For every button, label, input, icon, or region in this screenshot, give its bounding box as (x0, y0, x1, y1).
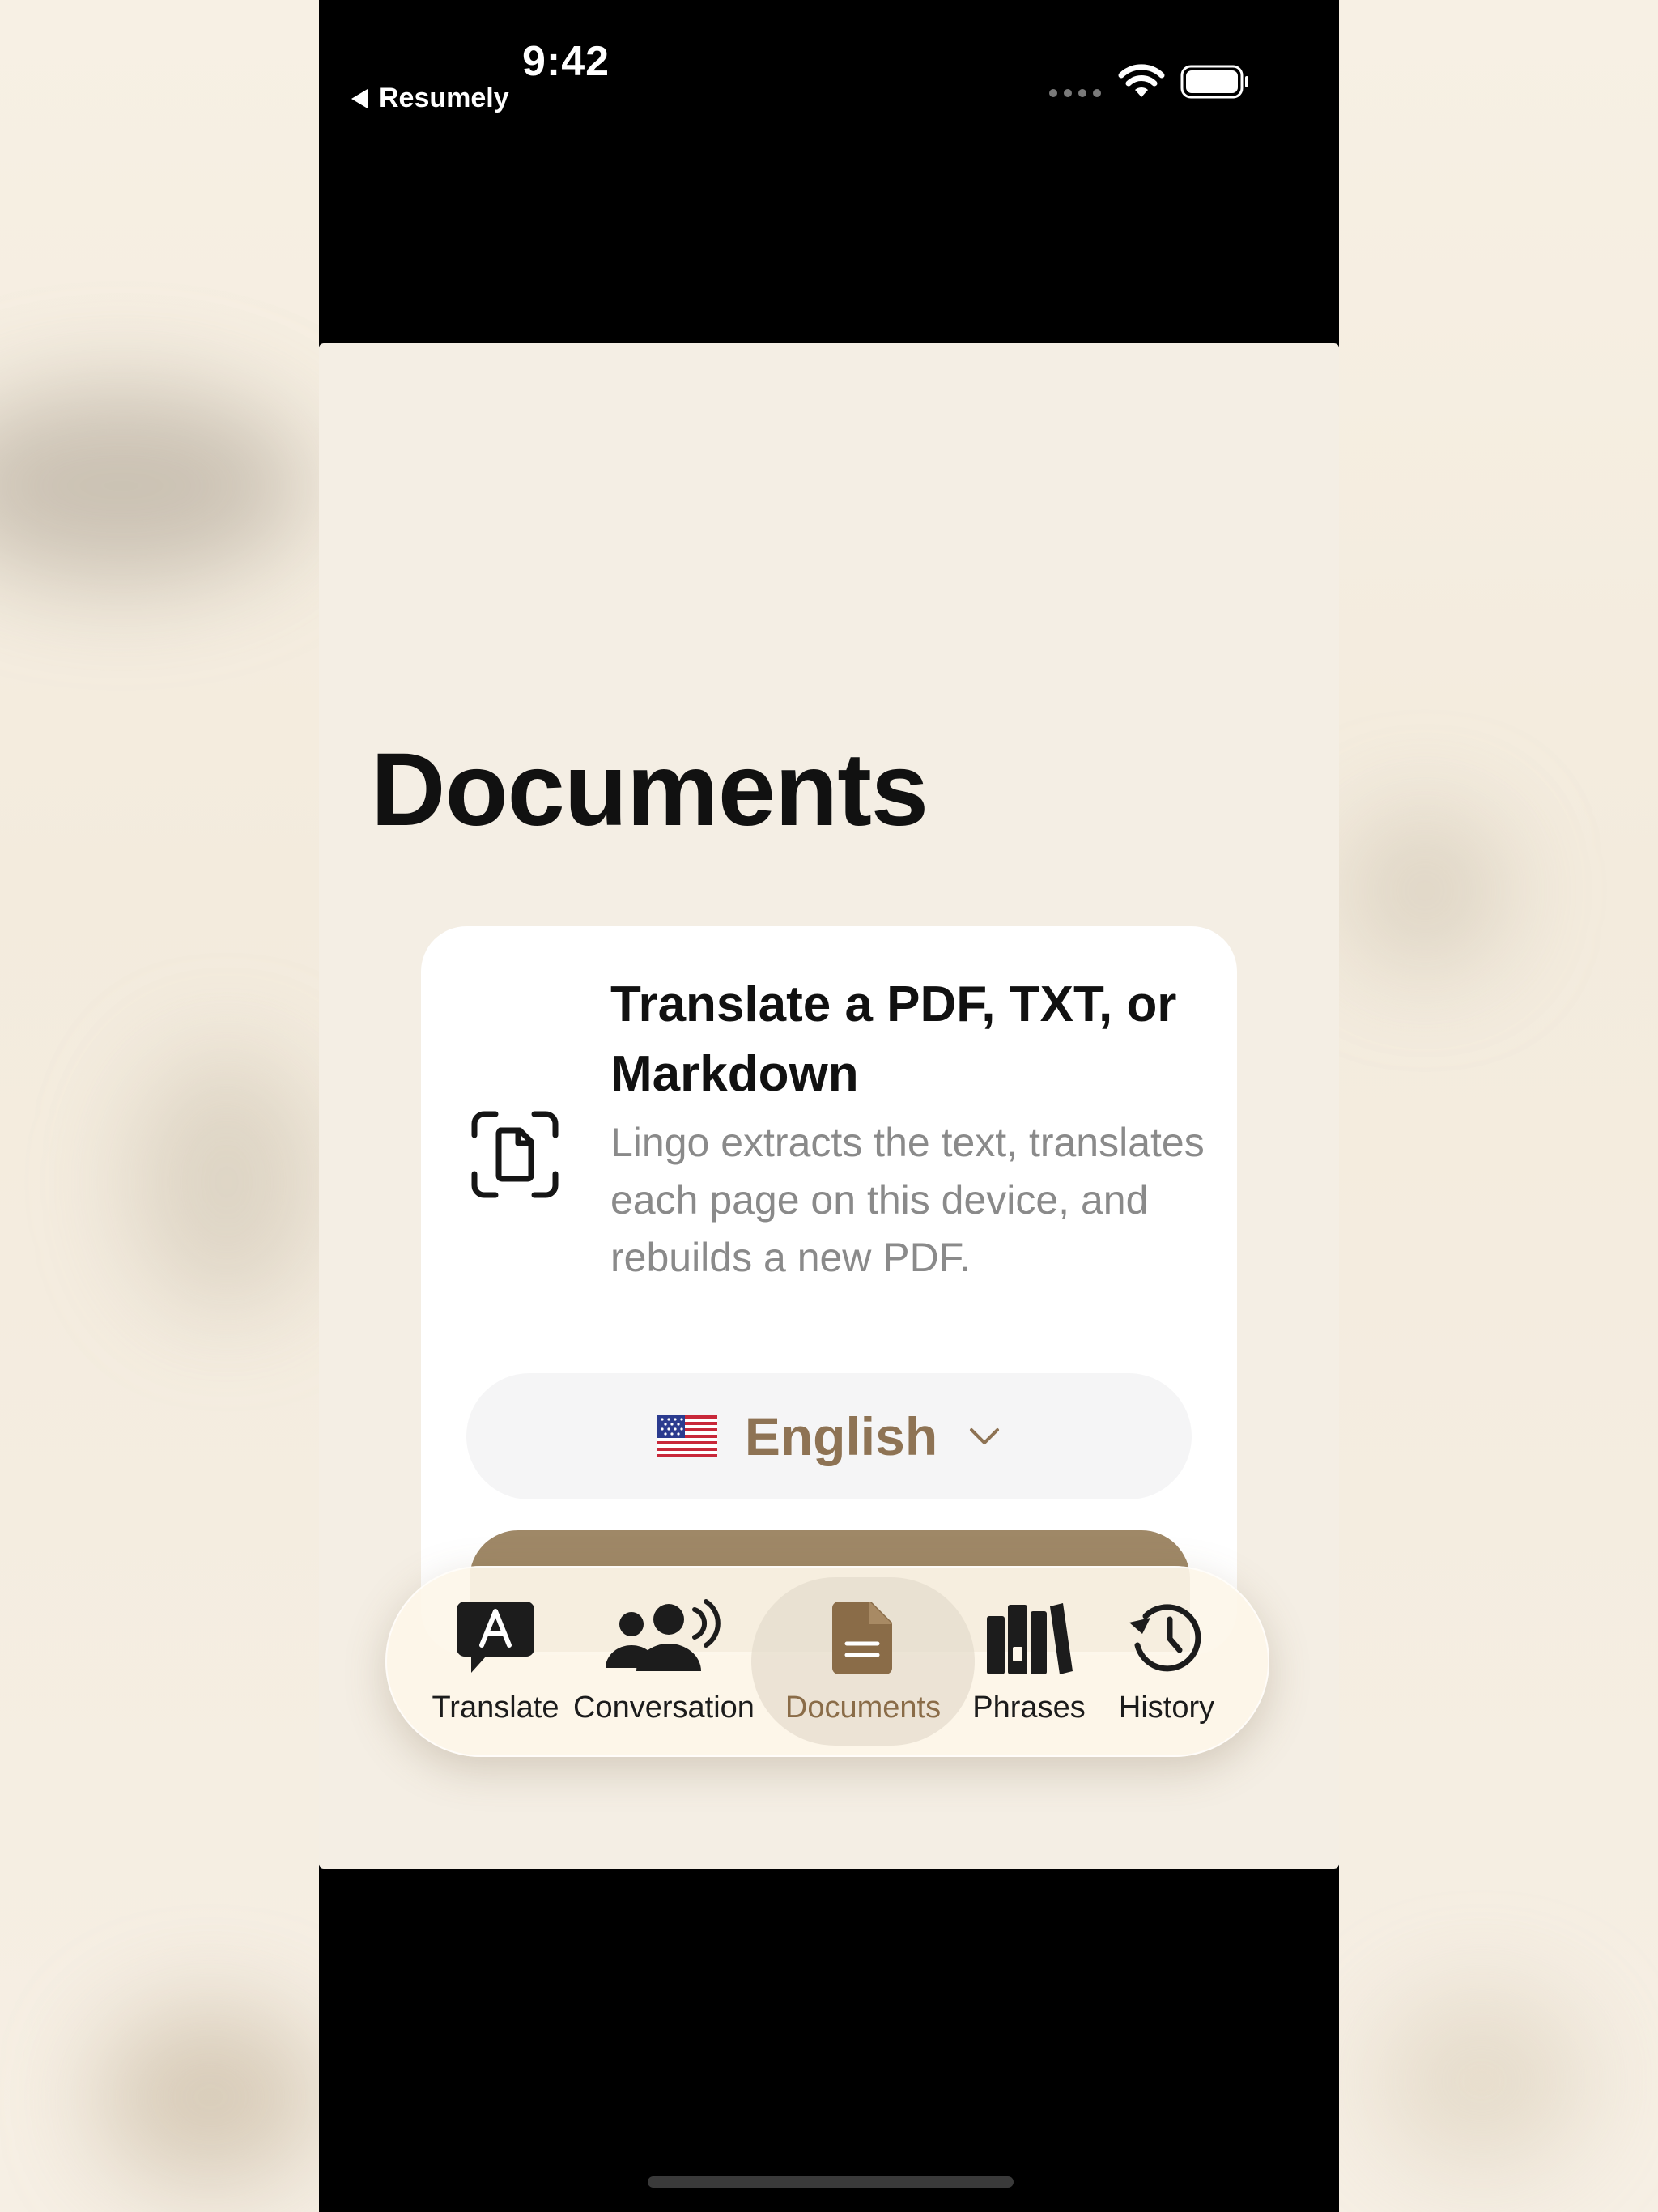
backdrop-blob (0, 389, 308, 583)
tab-label: Documents (784, 1691, 942, 1725)
tab-label: Conversation (573, 1691, 755, 1725)
document-translate-card: Translate a PDF, TXT, or Markdown Lingo … (421, 926, 1237, 1655)
back-to-app-link[interactable]: Resumely (351, 83, 509, 114)
backdrop-blob (1376, 1992, 1587, 2170)
backdrop-blob (1344, 810, 1506, 972)
wifi-icon (1118, 64, 1165, 97)
status-time: 9:42 (521, 38, 610, 85)
page-title: Documents (371, 732, 929, 848)
tab-translate[interactable]: Translate (426, 1566, 565, 1757)
tab-label: Phrases (972, 1691, 1086, 1725)
history-clock-icon (1129, 1604, 1201, 1672)
app-screen: Documents Translate a PDF, TXT, or Markd… (319, 343, 1339, 1869)
battery-icon (1180, 65, 1248, 99)
home-indicator[interactable] (648, 2176, 1014, 2188)
tab-conversation[interactable]: Conversation (573, 1566, 755, 1757)
backdrop-blob (97, 2008, 324, 2186)
conversation-people-icon (606, 1599, 721, 1671)
back-app-label: Resumely (379, 83, 509, 113)
tab-history[interactable]: History (1098, 1566, 1235, 1757)
us-flag-icon (657, 1415, 717, 1457)
chevron-down-icon (970, 1428, 1000, 1444)
backdrop-blob (130, 1053, 324, 1312)
tab-label: History (1118, 1691, 1215, 1725)
card-title: Translate a PDF, TXT, or Markdown (610, 976, 1177, 1102)
document-icon (832, 1602, 892, 1674)
document-scan-icon (471, 1111, 559, 1198)
back-arrow-icon (351, 88, 368, 108)
translate-bubble-icon (457, 1602, 534, 1673)
books-icon (987, 1603, 1073, 1674)
phone-frame: 9:42 Resumely Documents Translate a PDF,… (319, 0, 1339, 2212)
tab-bar: Translate Conversation Documents Phrases… (385, 1566, 1269, 1757)
tab-documents[interactable]: Documents (771, 1566, 955, 1757)
tab-label: Translate (432, 1691, 559, 1725)
card-description: Lingo extracts the text, translates each… (610, 1120, 1205, 1280)
target-language-picker[interactable]: English (466, 1373, 1192, 1499)
tab-phrases[interactable]: Phrases (967, 1566, 1091, 1757)
cellular-signal-icon (1049, 89, 1101, 97)
language-label: English (744, 1406, 938, 1466)
